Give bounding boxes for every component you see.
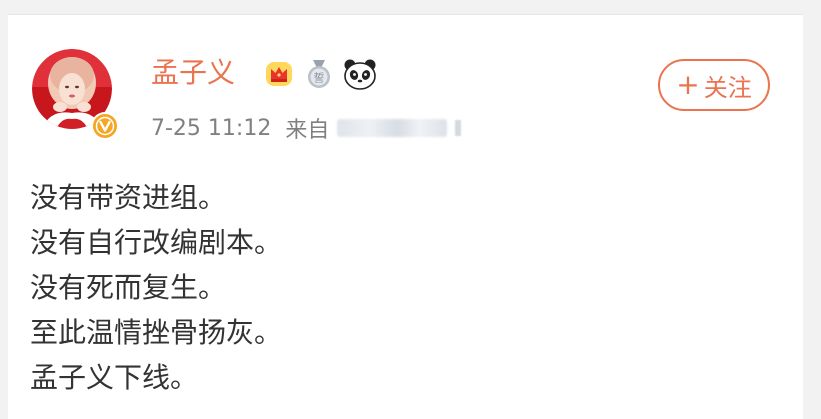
source-prefix: 来自 <box>285 118 330 143</box>
post-text-line: 没有死而复生。 <box>30 271 227 304</box>
follow-label: 关注 <box>703 73 752 102</box>
post-text-line: 没有自行改编剧本。 <box>30 226 283 259</box>
avatar[interactable] <box>32 49 119 140</box>
weibo-post-card: 孟子义 誓 7-25 11:12 来自 + 关注 没有带资进组。 没有自行改编剧… <box>8 14 803 419</box>
author-name[interactable]: 孟子义 <box>151 53 235 93</box>
medal-badge-icon[interactable]: 誓 <box>303 58 335 90</box>
post-text-line: 没有带资进组。 <box>30 181 227 214</box>
post-time[interactable]: 7-25 11:12 <box>151 116 271 141</box>
svg-text:誓: 誓 <box>314 72 325 85</box>
follow-button[interactable]: + 关注 <box>658 59 770 111</box>
post-text-line: 孟子义下线。 <box>30 361 199 394</box>
panda-badge-icon[interactable] <box>343 58 376 90</box>
author-badges: 誓 <box>263 57 376 91</box>
source-blurred <box>337 119 448 137</box>
crown-badge-icon[interactable] <box>263 58 295 90</box>
source-blurred-tail <box>455 120 462 136</box>
post-text-line: 至此温情挫骨扬灰。 <box>30 316 283 349</box>
plus-icon: + <box>676 68 700 101</box>
verified-v-icon <box>90 111 120 141</box>
post-content: 没有带资进组。 没有自行改编剧本。 没有死而复生。 至此温情挫骨扬灰。 孟子义下… <box>30 175 790 400</box>
post-meta: 7-25 11:12 来自 <box>151 113 462 143</box>
